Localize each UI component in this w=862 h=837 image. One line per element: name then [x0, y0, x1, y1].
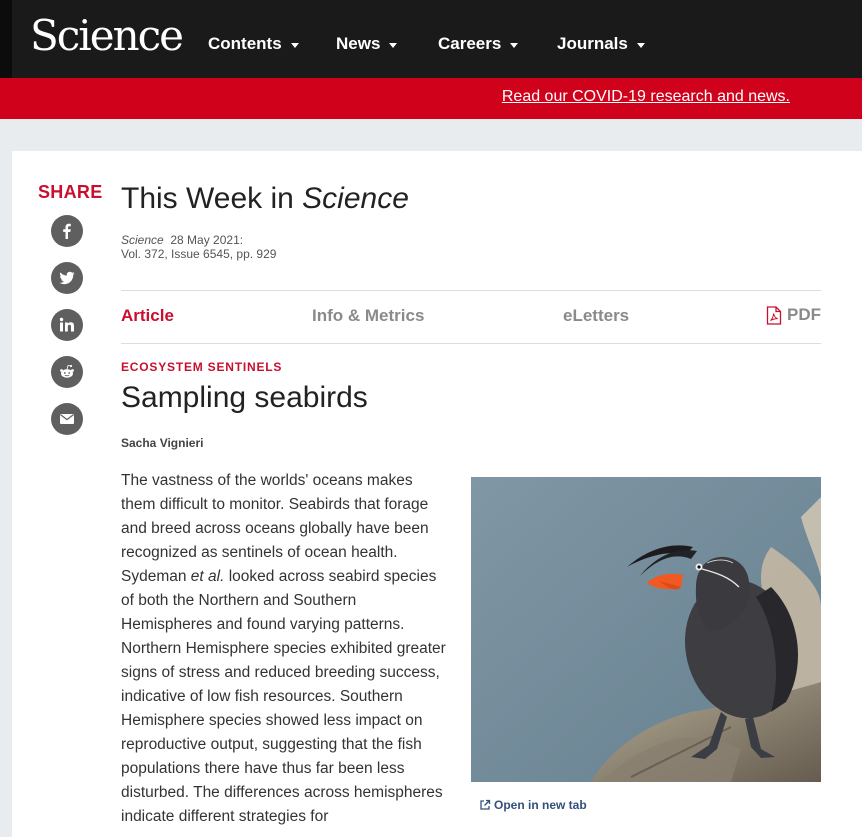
chevron-down-icon [510, 42, 519, 48]
body-text-2: looked across seabird species of both th… [121, 568, 446, 825]
share-label: SHARE [38, 182, 103, 202]
external-link-icon [480, 799, 491, 810]
tab-article[interactable]: Article [121, 306, 174, 326]
nav-news[interactable]: News [336, 30, 398, 58]
issue-meta: Science 28 May 2021: Vol. 372, Issue 654… [121, 233, 276, 261]
page-title: This Week in Science [121, 182, 409, 216]
chevron-down-icon [389, 42, 398, 48]
covid-banner: Read our COVID-19 research and news. [0, 78, 862, 119]
linkedin-share-button[interactable] [51, 309, 83, 341]
email-icon [60, 414, 74, 424]
reddit-share-button[interactable] [51, 356, 83, 388]
meta-issue: Vol. 372, Issue 6545, pp. 929 [121, 247, 277, 261]
nav-journals-label: Journals [557, 34, 628, 53]
facebook-icon [63, 223, 71, 239]
open-in-new-tab-label: Open in new tab [494, 798, 587, 812]
article-figure-seabird-photo[interactable] [471, 477, 821, 782]
meta-line-1: Science 28 May 2021: [121, 233, 276, 247]
section-tag: ECOSYSTEM SENTINELS [121, 360, 283, 374]
article-body: The vastness of the worlds' oceans makes… [121, 469, 446, 829]
pdf-link[interactable]: PDF [766, 305, 821, 325]
tab-info-metrics[interactable]: Info & Metrics [312, 306, 424, 326]
author-link[interactable]: Sacha Vignieri [121, 436, 203, 450]
site-header: Science Contents News Careers Journals [0, 0, 862, 78]
linkedin-icon [59, 317, 74, 332]
article-title: Sampling seabirds [121, 381, 368, 414]
tab-eletters[interactable]: eLetters [563, 306, 629, 326]
twitter-share-button[interactable] [51, 262, 83, 294]
meta-date: 28 May 2021: [170, 233, 244, 247]
email-share-button[interactable] [51, 403, 83, 435]
header-left-strip [0, 0, 12, 78]
chevron-down-icon [636, 42, 645, 48]
reddit-icon [60, 364, 74, 378]
facebook-share-button[interactable] [51, 215, 83, 247]
nav-contents-label: Contents [208, 34, 282, 53]
science-logo[interactable]: Science [30, 11, 184, 61]
page-title-prefix: This Week in [121, 182, 303, 215]
meta-journal: Science [121, 233, 164, 247]
nav-careers[interactable]: Careers [438, 30, 519, 58]
seabird-photo [471, 477, 821, 782]
nav-contents[interactable]: Contents [208, 30, 299, 58]
body-text-italic: et al. [190, 568, 225, 585]
nav-journals[interactable]: Journals [557, 30, 645, 58]
chevron-down-icon [290, 42, 299, 48]
covid-link[interactable]: Read our COVID-19 research and news. [502, 88, 790, 106]
pdf-icon [766, 305, 782, 325]
article-tabs: Article Info & Metrics eLetters PDF [121, 290, 821, 344]
article-paragraph: The vastness of the worlds' oceans makes… [121, 469, 446, 829]
twitter-icon [59, 271, 75, 285]
open-in-new-tab-link[interactable]: Open in new tab [479, 798, 587, 812]
page-title-journal: Science [302, 182, 409, 215]
nav-news-label: News [336, 34, 381, 53]
nav-careers-label: Careers [438, 34, 502, 53]
pdf-label: PDF [787, 305, 821, 324]
